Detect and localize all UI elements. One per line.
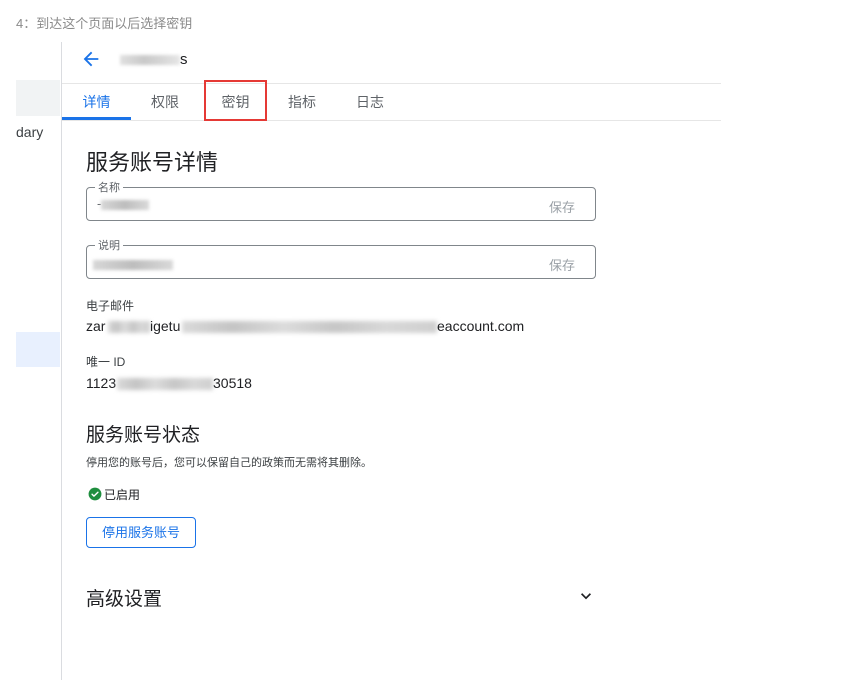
back-arrow-icon[interactable] bbox=[80, 48, 102, 70]
name-field-redacted bbox=[101, 200, 149, 210]
email-redacted-2 bbox=[182, 321, 437, 333]
status-description: 停用您的账号后，您可以保留自己的政策而无需将其删除。 bbox=[86, 457, 372, 469]
description-field-redacted bbox=[93, 260, 173, 270]
unique-id-label: 唯一 ID bbox=[86, 355, 126, 369]
status-enabled-label: 已启用 bbox=[104, 488, 141, 502]
email-suffix: eaccount.com bbox=[437, 318, 525, 334]
active-tab-indicator bbox=[62, 117, 131, 120]
email-redacted-1 bbox=[108, 321, 150, 333]
disable-service-account-button[interactable]: 停用服务账号 bbox=[86, 517, 196, 548]
left-nav-item[interactable] bbox=[16, 80, 60, 116]
tab-permissions[interactable]: 权限 bbox=[134, 84, 196, 120]
tab-logs[interactable]: 日志 bbox=[340, 84, 400, 120]
email-label: 电子邮件 bbox=[86, 299, 135, 313]
unique-id-redacted bbox=[117, 378, 213, 390]
name-save-button[interactable]: 保存 bbox=[549, 197, 575, 216]
unique-id-suffix: 30518 bbox=[213, 375, 252, 391]
email-mid: igetu bbox=[150, 318, 181, 334]
left-nav-item-selected[interactable] bbox=[16, 332, 60, 367]
description-save-button[interactable]: 保存 bbox=[549, 255, 575, 274]
panel-divider bbox=[61, 42, 62, 680]
description-field-label: 说明 bbox=[95, 237, 123, 253]
email-prefix: zar bbox=[86, 318, 106, 334]
tabs-bottom-divider bbox=[62, 120, 721, 121]
name-field[interactable]: 名称 - 保存 bbox=[86, 179, 596, 221]
status-heading: 服务账号状态 bbox=[86, 425, 201, 446]
tab-details[interactable]: 详情 bbox=[62, 84, 131, 120]
tab-metrics[interactable]: 指标 bbox=[272, 84, 332, 120]
check-circle-icon bbox=[88, 487, 102, 501]
name-field-label: 名称 bbox=[95, 179, 123, 195]
chevron-down-icon[interactable] bbox=[576, 586, 596, 606]
unique-id-prefix: 1123 bbox=[86, 375, 117, 391]
details-heading: 服务账号详情 bbox=[86, 150, 219, 175]
description-field[interactable]: 说明 保存 bbox=[86, 237, 596, 279]
left-nav-partial-text: dary bbox=[16, 124, 44, 140]
page-title-tail: s bbox=[180, 51, 188, 68]
instruction-caption: 4：到达这个页面以后选择密钥 bbox=[16, 16, 193, 31]
page-title-redacted bbox=[120, 55, 180, 65]
advanced-settings-heading[interactable]: 高级设置 bbox=[86, 584, 162, 611]
tab-keys-highlight bbox=[204, 80, 267, 121]
